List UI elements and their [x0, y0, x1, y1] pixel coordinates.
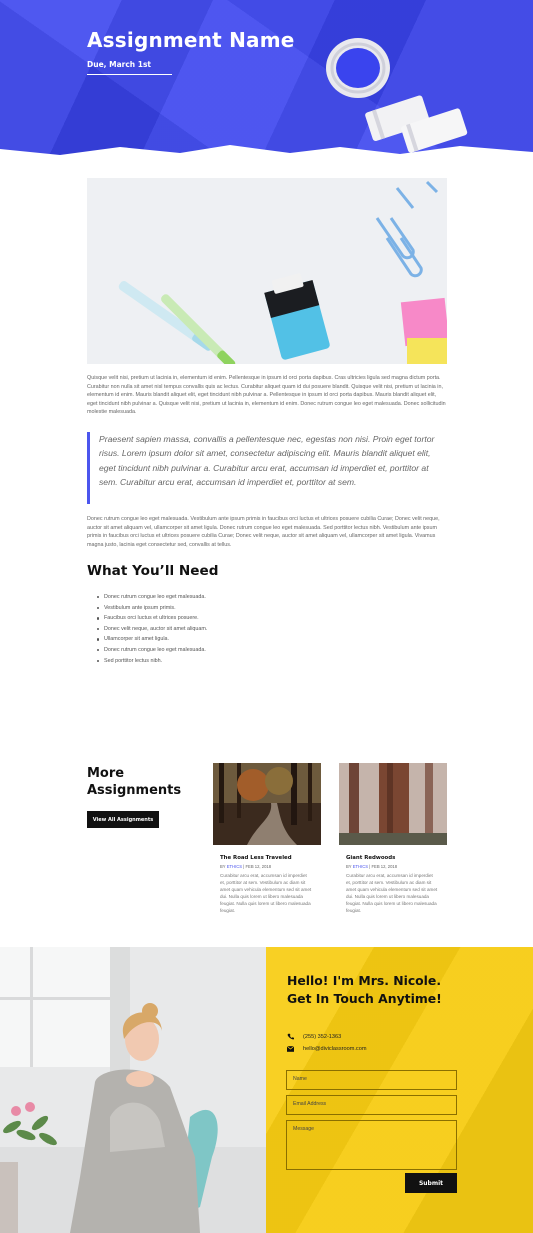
- email-address[interactable]: hello@diviclassroom.com: [303, 1046, 367, 1052]
- card-thumbnail[interactable]: [213, 763, 321, 845]
- list-item: Vestibulum ante ipsum primis.: [96, 603, 207, 614]
- card-excerpt: Curabitur arcu erat, accumsan id imperdi…: [220, 873, 312, 914]
- heading-line: More: [87, 766, 125, 781]
- phone-icon: [287, 1033, 297, 1040]
- card-thumbnail[interactable]: [339, 763, 447, 845]
- list-item: Sed porttitor lectus nibh.: [96, 656, 207, 667]
- email-row: hello@diviclassroom.com: [287, 1046, 367, 1052]
- meta-date: | FEB 12, 2018: [243, 864, 272, 869]
- meta-by: BY: [346, 864, 352, 869]
- needs-list: Donec rutrum congue leo eget malesuada. …: [96, 592, 207, 667]
- meta-author-link[interactable]: ETHICS: [227, 864, 242, 869]
- article-paragraph-1: Quisque velit nisi, pretium ut lacinia i…: [87, 375, 446, 416]
- more-assignments-heading: More Assignments: [87, 765, 181, 799]
- submit-button[interactable]: Submit: [405, 1173, 457, 1193]
- assignment-card[interactable]: Giant Redwoods BY ETHICS | FEB 12, 2018 …: [339, 763, 447, 915]
- title-divider: [87, 74, 172, 75]
- teacher-photo: [0, 947, 266, 1233]
- card-meta: BY ETHICS | FEB 12, 2018: [346, 864, 447, 869]
- list-item: Faucibus orci luctus et ultrices posuere…: [96, 613, 207, 624]
- hero-section: Assignment Name Due, March 1st: [0, 0, 533, 162]
- quote-text: Praesent sapien massa, convallis a pelle…: [99, 434, 435, 488]
- list-item: Donec velit neque, auctor sit amet aliqu…: [96, 624, 207, 635]
- card-title[interactable]: Giant Redwoods: [346, 855, 447, 861]
- email-field[interactable]: Email Address: [286, 1095, 457, 1115]
- blockquote: Praesent sapien massa, convallis a pelle…: [87, 432, 447, 504]
- featured-image: [87, 178, 447, 364]
- meta-author-link[interactable]: ETHICS: [353, 864, 368, 869]
- card-title[interactable]: The Road Less Traveled: [220, 855, 321, 861]
- name-field[interactable]: Name: [286, 1070, 457, 1090]
- card-meta: BY ETHICS | FEB 12, 2018: [220, 864, 321, 869]
- message-field[interactable]: Message: [286, 1120, 457, 1170]
- phone-row: (255) 352-1363: [287, 1033, 341, 1040]
- list-item: Ullamcorper sit amet ligula.: [96, 634, 207, 645]
- heading-line: Assignments: [87, 783, 182, 798]
- list-item: Donec rutrum congue leo eget malesuada.: [96, 592, 207, 603]
- article-paragraph-2: Donec rutrum congue leo eget malesuada. …: [87, 516, 440, 548]
- view-all-assignments-button[interactable]: View All Assignments: [87, 811, 159, 828]
- envelope-icon: [287, 1046, 297, 1052]
- contact-heading: Hello! I'm Mrs. Nicole. Get In Touch Any…: [287, 973, 442, 1006]
- meta-by: BY: [220, 864, 226, 869]
- phone-number[interactable]: (255) 352-1363: [303, 1034, 341, 1040]
- card-excerpt: Curabitur arcu erat, accumsan id imperdi…: [346, 873, 438, 914]
- assignment-card[interactable]: The Road Less Traveled BY ETHICS | FEB 1…: [213, 763, 321, 915]
- due-date: Due, March 1st: [87, 60, 151, 69]
- list-item: Donec rutrum congue leo eget malesuada.: [96, 645, 207, 656]
- meta-date: | FEB 12, 2018: [369, 864, 398, 869]
- hero-wave-divider: [0, 145, 533, 162]
- needs-heading: What You’ll Need: [87, 563, 219, 579]
- page-title: Assignment Name: [87, 28, 295, 52]
